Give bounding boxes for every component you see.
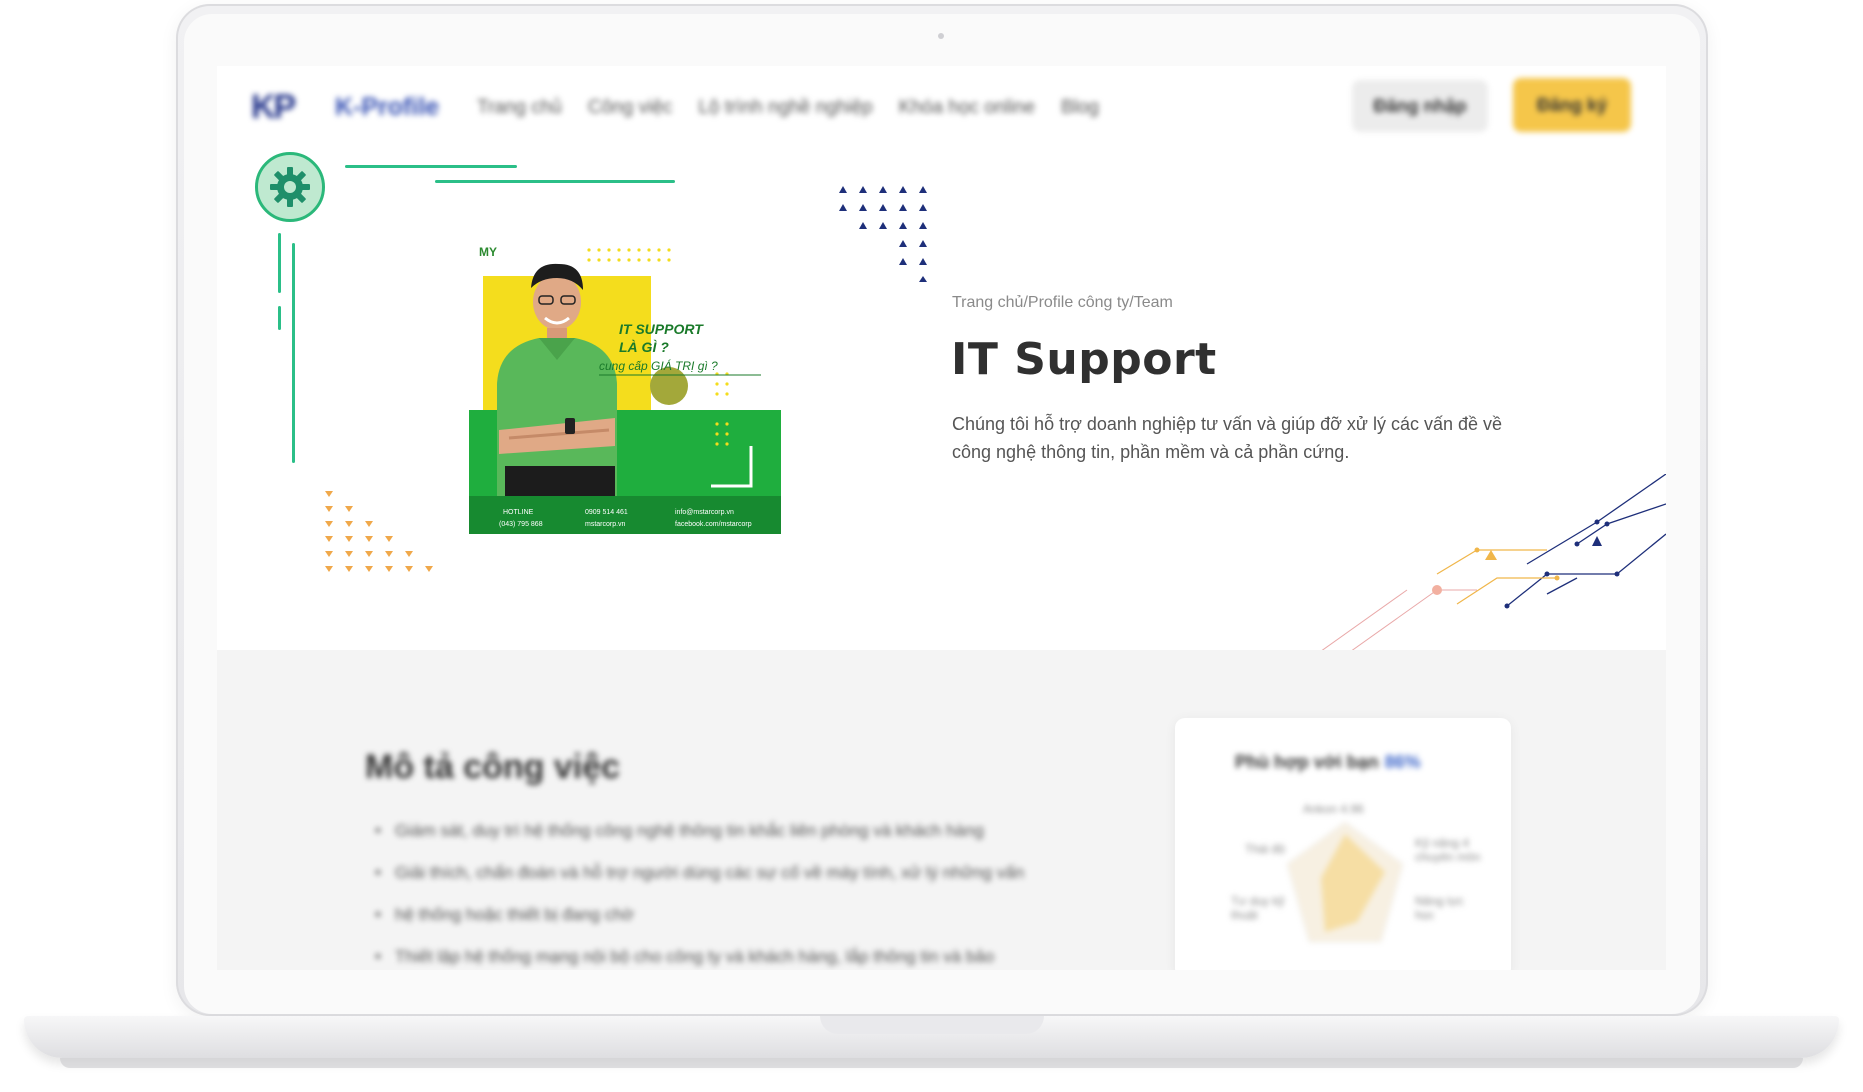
poster-hotline-number: (043) 795 868	[499, 521, 543, 528]
page-title: IT Support	[951, 334, 1217, 385]
poster-facebook: facebook.com/mstarcorp	[675, 521, 752, 528]
register-button[interactable]: Đăng ký	[1513, 78, 1631, 132]
radar-label: Năng lực học	[1415, 894, 1464, 922]
poster-phone: 0909 514 461	[585, 509, 628, 516]
logo-text[interactable]: K-Profile	[335, 93, 439, 122]
radar-label: Tư duy kỹ thuật	[1231, 894, 1285, 922]
decor-dot-pattern	[839, 186, 927, 282]
gear-icon	[270, 167, 310, 207]
radar-chart	[1286, 822, 1404, 943]
nav-links: Trang chủ Công việc Lộ trình nghề nghiệp…	[477, 97, 1099, 119]
radar-label: Kỹ năng 4 chuyên môn	[1415, 836, 1481, 864]
list-item: hệ thống hoặc thiết bị đang chờ	[375, 894, 1095, 936]
laptop-base-shadow	[60, 1058, 1803, 1068]
decor-line	[345, 165, 517, 168]
nav-link-jobs[interactable]: Công việc	[588, 97, 673, 119]
login-button[interactable]: Đăng nhập	[1352, 80, 1488, 132]
decor-line	[435, 180, 675, 183]
radar-label: Ankon 4.96	[1303, 802, 1364, 816]
poster-heading-2: LÀ GÌ ?	[619, 339, 669, 355]
poster-heading-1: IT SUPPORT	[619, 321, 704, 337]
nav-link-blog[interactable]: Blog	[1061, 97, 1099, 119]
poster-heading-3: cung cấp GIÁ TRỊ gì ?	[599, 358, 718, 373]
decor-line	[292, 243, 295, 463]
nav-link-career-path[interactable]: Lộ trình nghề nghiệp	[698, 97, 872, 119]
decor-line	[278, 233, 281, 293]
poster-hotline-label: HOTLINE	[503, 509, 534, 516]
nav-link-home[interactable]: Trang chủ	[477, 97, 562, 119]
laptop-camera	[938, 33, 944, 39]
nav-link-online-courses[interactable]: Khóa học online	[899, 97, 1035, 119]
match-card: Phù hợp với bạn 86% Ankon 4.96 Kỹ năng 4 …	[1175, 718, 1511, 970]
decor-line	[278, 306, 281, 330]
decor-triangle-pattern	[325, 491, 433, 572]
laptop-base-notch	[820, 1016, 1044, 1034]
list-item: Giám sát, duy trì hệ thống công nghệ thô…	[375, 810, 1095, 852]
hero-image: MY IT SUPPORT LÀ GÌ ? cung cấp GIÁ TRỊ g…	[469, 234, 781, 534]
match-percent: 86%	[1384, 752, 1421, 772]
job-description-section: Mô tả công việc Giám sát, duy trì hệ thố…	[217, 650, 1666, 970]
decor-circuit-lines	[1317, 474, 1666, 654]
radar-label: Thái độ	[1245, 842, 1286, 856]
poster-website: mstarcorp.vn	[585, 521, 626, 528]
laptop-screen: KP K-Profile Trang chủ Công việc Lộ trìn…	[217, 66, 1666, 970]
list-item: Thiết lập hệ thống mạng nội bộ cho công …	[375, 936, 1095, 970]
job-description-list: Giám sát, duy trì hệ thống công nghệ thô…	[375, 810, 1095, 970]
page-description: Chúng tôi hỗ trợ doanh nghiệp tư vấn và …	[952, 414, 1503, 462]
poster-email: info@mstarcorp.vn	[675, 509, 734, 516]
top-navigation: KP K-Profile Trang chủ Công việc Lộ trìn…	[217, 66, 1666, 144]
match-card-title: Phù hợp với bạn 86%	[1235, 752, 1421, 773]
match-card-label: Phù hợp với bạn	[1235, 752, 1379, 772]
list-item: Giải thích, chẩn đoán và hỗ trợ người dù…	[375, 852, 1095, 894]
gear-badge	[255, 152, 325, 222]
section-title: Mô tả công việc	[365, 748, 621, 786]
svg-text:MY: MY	[479, 245, 497, 259]
logo-mark[interactable]: KP	[251, 88, 296, 127]
breadcrumb[interactable]: Trang chủ/Profile công ty/Team	[952, 294, 1173, 312]
